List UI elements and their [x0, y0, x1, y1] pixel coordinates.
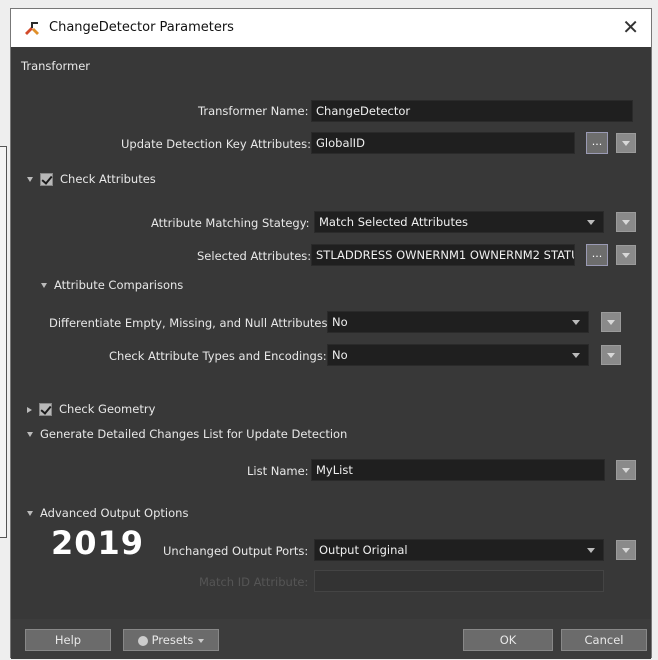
parameters-panel: Transformer Transformer Name: ChangeDete… — [11, 47, 651, 619]
presets-icon — [137, 635, 148, 646]
differentiate-empty-label: Differentiate Empty, Missing, and Null A… — [49, 316, 332, 330]
check-attributes-label: Check Attributes — [60, 172, 156, 186]
check-attributes-section[interactable]: Check Attributes — [27, 172, 156, 186]
background-window-edge — [0, 146, 7, 538]
title-bar: ChangeDetector Parameters ✕ — [11, 9, 651, 47]
list-name-input[interactable]: MyList — [311, 459, 605, 481]
year-overlay-text: 2019 — [51, 524, 145, 562]
changes-list-section[interactable]: Generate Detailed Changes List for Updat… — [27, 427, 347, 441]
selected-attributes-label: Selected Attributes: — [197, 249, 312, 263]
check-geometry-label: Check Geometry — [59, 402, 156, 416]
ellipsis-icon[interactable]: ... — [586, 132, 608, 154]
differentiate-empty-menu-button[interactable] — [601, 312, 621, 332]
dropdown-arrow-icon — [198, 638, 205, 643]
check-types-select[interactable]: No — [327, 344, 589, 366]
app-icon — [25, 22, 39, 35]
unchanged-ports-label: Unchanged Output Ports: — [163, 544, 309, 558]
matching-strategy-label: Attribute Matching Stategy: — [151, 216, 310, 230]
transformer-section-label: Transformer — [21, 59, 91, 73]
selected-attributes-input[interactable]: STLADDRESS OWNERNM1 OWNERNM2 STATUS — [311, 244, 575, 266]
cancel-button[interactable]: Cancel — [561, 629, 647, 651]
match-id-label: Match ID Attribute: — [199, 575, 309, 589]
match-id-input — [314, 570, 604, 592]
differentiate-empty-select[interactable]: No — [327, 311, 589, 333]
advanced-output-label: Advanced Output Options — [40, 506, 189, 520]
check-types-label: Check Attribute Types and Encodings: — [109, 349, 327, 363]
parameters-dialog: ChangeDetector Parameters ✕ Transformer … — [10, 8, 652, 659]
attribute-comparisons-section[interactable]: Attribute Comparisons — [41, 278, 183, 292]
collapse-triangle-icon[interactable] — [27, 511, 33, 516]
dialog-title: ChangeDetector Parameters — [49, 20, 234, 35]
presets-label: Presets — [151, 633, 194, 647]
update-key-label: Update Detection Key Attributes: — [121, 137, 311, 151]
dialog-footer: Help Presets OK Cancel — [11, 619, 651, 659]
collapse-triangle-icon[interactable] — [41, 283, 47, 288]
collapse-triangle-icon[interactable] — [27, 177, 33, 182]
unchanged-ports-select[interactable]: Output Original — [314, 539, 604, 561]
check-types-menu-button[interactable] — [601, 345, 621, 365]
matching-strategy-menu-button[interactable] — [616, 212, 636, 232]
transformer-name-input[interactable]: ChangeDetector — [311, 100, 633, 122]
update-key-input[interactable]: GlobalID — [311, 132, 575, 154]
check-geometry-section[interactable]: Check Geometry — [27, 402, 155, 416]
attribute-comparisons-label: Attribute Comparisons — [54, 278, 184, 292]
ok-button[interactable]: OK — [463, 629, 553, 651]
presets-button[interactable]: Presets — [123, 629, 219, 651]
advanced-output-section[interactable]: Advanced Output Options — [27, 506, 188, 520]
selected-attributes-menu-button[interactable] — [616, 245, 636, 265]
update-key-menu-button[interactable] — [616, 133, 636, 153]
matching-strategy-select[interactable]: Match Selected Attributes — [314, 211, 604, 233]
ellipsis-icon[interactable]: ... — [586, 244, 608, 266]
expand-triangle-icon[interactable] — [27, 406, 32, 413]
unchanged-ports-menu-button[interactable] — [616, 540, 636, 560]
changes-list-label: Generate Detailed Changes List for Updat… — [40, 427, 348, 441]
transformer-name-label: Transformer Name: — [198, 104, 309, 118]
checkbox-checked-icon[interactable] — [39, 403, 52, 416]
collapse-triangle-icon[interactable] — [27, 432, 33, 437]
list-name-menu-button[interactable] — [616, 460, 636, 480]
close-icon[interactable]: ✕ — [622, 15, 639, 39]
checkbox-checked-icon[interactable] — [40, 173, 53, 186]
help-button[interactable]: Help — [25, 629, 111, 651]
list-name-label: List Name: — [247, 464, 309, 478]
